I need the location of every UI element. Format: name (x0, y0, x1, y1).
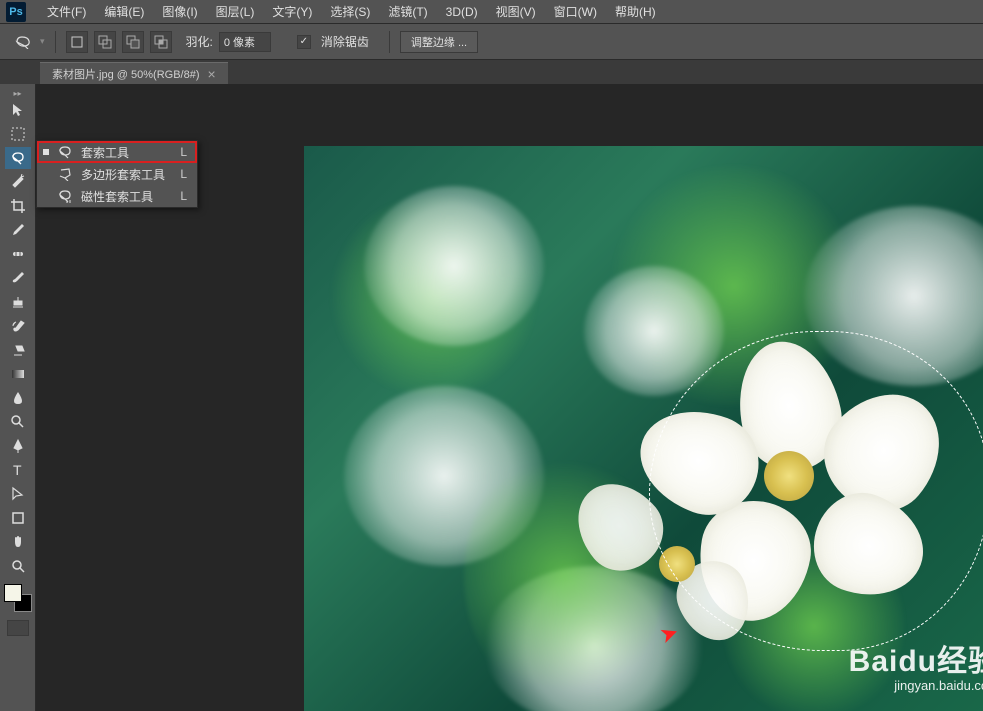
options-bar: ▾ 羽化: 消除锯齿 调整边缘 ... (0, 24, 983, 60)
document-tab[interactable]: 素材图片.jpg @ 50%(RGB/8#) × (40, 62, 228, 84)
color-swatches[interactable] (4, 584, 32, 612)
move-tool[interactable] (5, 99, 31, 121)
menu-text[interactable]: 文字(Y) (263, 0, 321, 24)
flyout-item-shortcut: L (180, 189, 187, 203)
document-canvas[interactable]: ➤ Baidu经验 jingyan.baidu.com (304, 146, 983, 711)
watermark-url: jingyan.baidu.com (849, 678, 983, 693)
flyout-item-label: 多边形套索工具 (81, 166, 172, 183)
zoom-tool[interactable] (5, 555, 31, 577)
flyout-polygonal-lasso-tool[interactable]: 多边形套索工具 L (37, 163, 197, 185)
eraser-tool[interactable] (5, 339, 31, 361)
flyout-item-label: 磁性套索工具 (81, 188, 172, 205)
flyout-lasso-tool[interactable]: 套索工具 L (37, 141, 197, 163)
app-logo: Ps (6, 2, 26, 22)
path-selection-tool[interactable] (5, 483, 31, 505)
flyout-item-shortcut: L (180, 167, 187, 181)
flyout-item-shortcut: L (180, 145, 187, 159)
marquee-tool[interactable] (5, 123, 31, 145)
document-tab-title: 素材图片.jpg @ 50%(RGB/8#) (52, 66, 200, 82)
refine-edge-button[interactable]: 调整边缘 ... (400, 31, 478, 53)
selection-intersect-button[interactable] (150, 31, 172, 53)
flyout-item-label: 套索工具 (81, 144, 172, 161)
gradient-tool[interactable] (5, 363, 31, 385)
menu-filter[interactable]: 滤镜(T) (379, 0, 436, 24)
menu-file[interactable]: 文件(F) (38, 0, 95, 24)
feather-label: 羽化: (186, 33, 213, 50)
menu-edit[interactable]: 编辑(E) (95, 0, 153, 24)
blur-tool[interactable] (5, 387, 31, 409)
watermark-brand: Baidu经验 (849, 636, 983, 680)
dodge-tool[interactable] (5, 411, 31, 433)
svg-text:T: T (13, 462, 22, 478)
selection-add-button[interactable] (94, 31, 116, 53)
current-tool-icon[interactable] (10, 31, 38, 53)
tool-panel: ▸▸ T (0, 84, 36, 711)
type-tool[interactable]: T (5, 459, 31, 481)
selection-subtract-button[interactable] (122, 31, 144, 53)
eyedropper-tool[interactable] (5, 219, 31, 241)
clone-stamp-tool[interactable] (5, 291, 31, 313)
menu-layer[interactable]: 图层(L) (207, 0, 264, 24)
shape-tool[interactable] (5, 507, 31, 529)
polygonal-lasso-icon (57, 167, 73, 181)
hand-tool[interactable] (5, 531, 31, 553)
selection-new-button[interactable] (66, 31, 88, 53)
brush-tool[interactable] (5, 267, 31, 289)
quick-mask-toggle[interactable] (7, 620, 29, 636)
menu-bar: Ps 文件(F) 编辑(E) 图像(I) 图层(L) 文字(Y) 选择(S) 滤… (0, 0, 983, 24)
menu-help[interactable]: 帮助(H) (606, 0, 665, 24)
menu-image[interactable]: 图像(I) (153, 0, 206, 24)
pen-tool[interactable] (5, 435, 31, 457)
feather-input[interactable] (219, 32, 271, 52)
history-brush-tool[interactable] (5, 315, 31, 337)
flyout-magnetic-lasso-tool[interactable]: 磁性套索工具 L (37, 185, 197, 207)
healing-brush-tool[interactable] (5, 243, 31, 265)
lasso-tool-flyout: 套索工具 L 多边形套索工具 L 磁性套索工具 L (36, 140, 198, 208)
magnetic-lasso-icon (57, 189, 73, 203)
antialias-checkbox[interactable] (297, 35, 311, 49)
close-tab-icon[interactable]: × (208, 67, 216, 81)
watermark: Baidu经验 jingyan.baidu.com (849, 636, 983, 693)
lasso-icon (57, 145, 73, 159)
crop-tool[interactable] (5, 195, 31, 217)
magic-wand-tool[interactable] (5, 171, 31, 193)
menu-window[interactable]: 窗口(W) (545, 0, 606, 24)
document-tab-bar: 素材图片.jpg @ 50%(RGB/8#) × (0, 60, 983, 84)
antialias-label: 消除锯齿 (321, 33, 369, 50)
menu-view[interactable]: 视图(V) (487, 0, 545, 24)
menu-3d[interactable]: 3D(D) (437, 0, 487, 24)
flower-subject (619, 331, 959, 631)
expand-panel-icon[interactable]: ▸▸ (0, 88, 35, 98)
selected-dot-icon (43, 149, 49, 155)
lasso-tool[interactable] (5, 147, 31, 169)
menu-select[interactable]: 选择(S) (321, 0, 379, 24)
foreground-color-swatch[interactable] (4, 584, 22, 602)
